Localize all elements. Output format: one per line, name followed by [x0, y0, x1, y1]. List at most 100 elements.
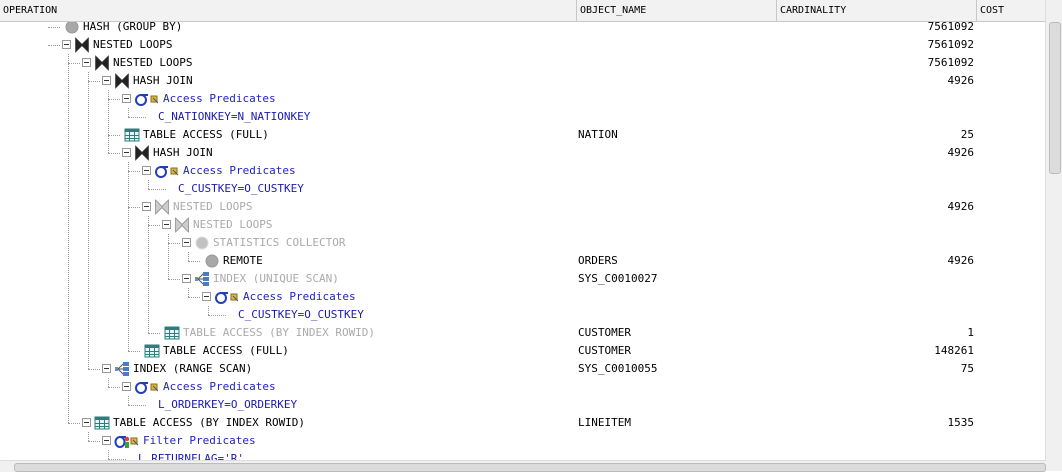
collapse-toggle[interactable] — [162, 220, 171, 229]
plan-row[interactable]: C_CUSTKEY=O_CUSTKEY — [0, 306, 1046, 324]
collapse-toggle[interactable] — [102, 436, 111, 445]
plan-tree: HASH (GROUP BY) 7561092 NESTED LOOPS 756109… — [0, 22, 1046, 460]
tree-connector — [148, 180, 149, 189]
plan-row[interactable]: Access Predicates — [0, 90, 1046, 108]
collapse-toggle[interactable] — [202, 292, 211, 301]
plan-row[interactable]: C_NATIONKEY=N_NATIONKEY — [0, 108, 1046, 126]
join-icon — [134, 145, 150, 161]
horizontal-scrollbar[interactable] — [0, 460, 1046, 472]
sigma-icon — [134, 379, 150, 395]
column-cardinality[interactable]: CARDINALITY — [777, 0, 977, 21]
column-operation[interactable]: OPERATION — [0, 0, 577, 21]
operation-label: NESTED LOOPS — [193, 218, 273, 231]
collapse-toggle[interactable] — [82, 58, 91, 67]
plan-row[interactable]: C_CUSTKEY=O_CUSTKEY — [0, 180, 1046, 198]
plan-row[interactable]: HASH JOIN 4926 — [0, 90, 1046, 162]
operation-label: L_RETURNFLAG='R' — [138, 452, 244, 460]
tree-connector — [48, 27, 60, 28]
collapse-toggle[interactable] — [182, 238, 191, 247]
plan-row[interactable]: Access Predicates — [0, 378, 1046, 396]
tree-connector — [148, 333, 160, 334]
plan-row[interactable]: TABLE ACCESS (FULL) NATION 25 — [0, 90, 1046, 144]
plan-row[interactable]: INDEX (RANGE SCAN) SYS_C0010055 75 — [0, 72, 1046, 378]
plan-row[interactable]: TABLE ACCESS (BY INDEX ROWID) LINEITEM 153… — [0, 54, 1046, 432]
tree-connector — [128, 405, 146, 406]
collapse-toggle[interactable] — [82, 418, 91, 427]
object-name-cell: SYS_C0010027 — [578, 272, 658, 285]
object-name-cell: ORDERS — [578, 254, 618, 267]
vertical-scrollbar[interactable] — [1045, 0, 1062, 460]
object-name-cell: CUSTOMER — [578, 344, 631, 357]
plan-row[interactable]: TABLE ACCESS (FULL) CUSTOMER 148261 — [0, 162, 1046, 360]
plan-row[interactable]: HASH (GROUP BY) 7561092 — [0, 22, 1046, 36]
tree-connector — [88, 432, 89, 441]
column-header: OPERATION OBJECT_NAME CARDINALITY COST — [0, 0, 1046, 22]
cardinality-cell: 4926 — [947, 146, 975, 159]
plan-row[interactable]: Access Predicates — [0, 162, 1046, 180]
operation-label: Access Predicates — [163, 92, 276, 105]
collapse-toggle[interactable] — [122, 382, 131, 391]
collapse-toggle[interactable] — [122, 94, 131, 103]
tree-connector — [168, 234, 169, 279]
operation-label: Access Predicates — [183, 164, 296, 177]
tree-connector — [68, 63, 80, 64]
column-object-name[interactable]: OBJECT_NAME — [577, 0, 777, 21]
operation-label: NESTED LOOPS — [93, 38, 173, 51]
collapse-toggle[interactable] — [142, 166, 151, 175]
tree-connector — [88, 369, 100, 370]
tree-connector — [88, 441, 100, 442]
tree-connector — [188, 261, 200, 262]
operation-label: NESTED LOOPS — [113, 56, 193, 69]
tree-connector — [208, 306, 209, 315]
tree-connector — [168, 279, 180, 280]
operation-label: HASH JOIN — [133, 74, 193, 87]
collapse-toggle[interactable] — [102, 364, 111, 373]
plan-row[interactable]: NESTED LOOPS 7561092 — [0, 36, 1046, 54]
circle-icon — [194, 235, 210, 251]
collapse-toggle[interactable] — [182, 274, 191, 283]
collapse-toggle[interactable] — [122, 148, 131, 157]
table-icon — [124, 127, 140, 143]
operation-label: HASH (GROUP BY) — [83, 22, 183, 33]
tree-connector — [68, 423, 80, 424]
tree-connector — [168, 243, 180, 244]
column-cost[interactable]: COST — [977, 0, 1046, 21]
plan-row[interactable]: NESTED LOOPS — [0, 216, 1046, 234]
plan-row[interactable]: REMOTE ORDERS 4926 — [0, 252, 1046, 270]
tree-connector — [108, 99, 120, 100]
operation-label: TABLE ACCESS (FULL) — [143, 128, 269, 141]
plan-row[interactable]: L_RETURNFLAG='R' — [0, 450, 1046, 460]
vertical-scroll-thumb[interactable] — [1049, 22, 1061, 174]
tree-connector — [108, 135, 120, 136]
join-icon — [154, 199, 170, 215]
plan-row[interactable]: NESTED LOOPS 4926 — [0, 162, 1046, 216]
plan-row[interactable]: L_ORDERKEY=O_ORDERKEY — [0, 396, 1046, 414]
collapse-toggle[interactable] — [142, 202, 151, 211]
tree-connector — [148, 225, 160, 226]
circle-icon — [204, 253, 220, 269]
collapse-toggle[interactable] — [102, 76, 111, 85]
index-icon — [114, 361, 130, 377]
operation-label: Access Predicates — [163, 380, 276, 393]
plan-row[interactable]: NESTED LOOPS 7561092 — [0, 54, 1046, 72]
join-icon — [74, 37, 90, 53]
operation-label: HASH JOIN — [153, 146, 213, 159]
table-icon — [94, 415, 110, 431]
tree-connector — [128, 351, 140, 352]
operation-label: REMOTE — [223, 254, 263, 267]
tree-connector — [128, 162, 129, 351]
plan-row[interactable]: Access Predicates — [0, 288, 1046, 306]
collapse-toggle[interactable] — [62, 40, 71, 49]
tree-connector — [108, 90, 109, 153]
plan-row[interactable]: Filter Predicates — [0, 432, 1046, 450]
plan-row[interactable]: HASH JOIN 4926 — [0, 72, 1046, 90]
tree-connector — [108, 378, 109, 387]
operation-label: TABLE ACCESS (BY INDEX ROWID) — [113, 416, 306, 429]
tree-connector — [208, 315, 226, 316]
plan-row[interactable]: TABLE ACCESS (BY INDEX ROWID) CUSTOMER 1 — [0, 216, 1046, 342]
plan-row[interactable]: INDEX (UNIQUE SCAN) SYS_C0010027 — [0, 234, 1046, 288]
plan-row[interactable]: STATISTICS COLLECTOR — [0, 234, 1046, 252]
tree-connector — [188, 252, 189, 261]
object-name-cell: LINEITEM — [578, 416, 631, 429]
tree-connector — [108, 450, 109, 459]
